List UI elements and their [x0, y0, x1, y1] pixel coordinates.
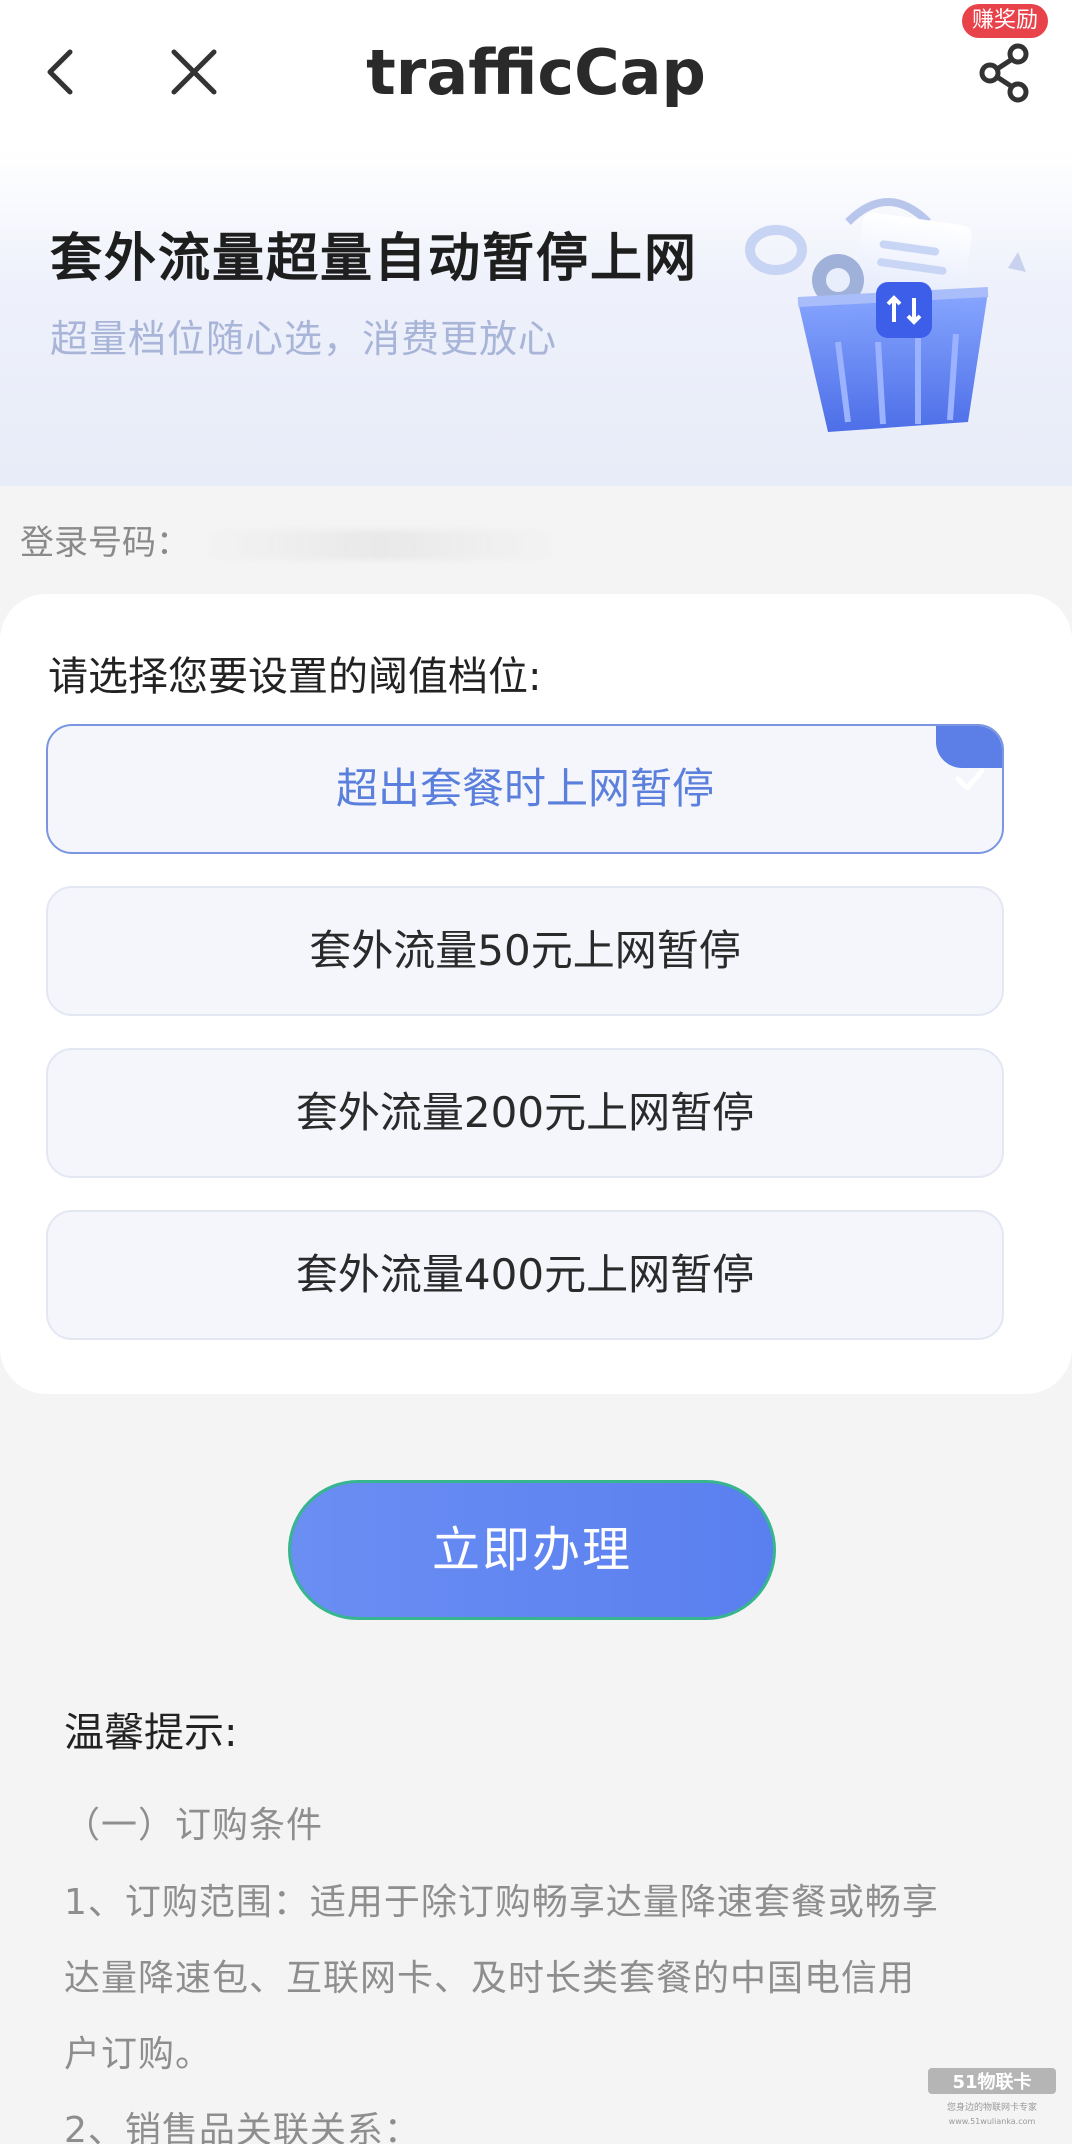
- banner-subline: 超量档位随心选，消费更放心: [50, 317, 558, 361]
- login-number-row: 登录号码：: [20, 515, 560, 564]
- top-nav: trafficCap 赚奖励: [0, 0, 1072, 150]
- option-label: 套外流量400元上网暂停: [295, 1250, 755, 1299]
- tips-line: 2、销售品关联关系：: [64, 2110, 421, 2144]
- promo-banner: 套外流量超量自动暂停上网 超量档位随心选，消费更放心: [0, 150, 1072, 486]
- svg-text:您身边的物联网卡专家: 您身边的物联网卡专家: [947, 2101, 1037, 2113]
- threshold-option-exceed-plan[interactable]: 超出套餐时上网暂停: [46, 724, 1004, 854]
- tips-line: 达量降速包、互联网卡、及时长类套餐的中国电信用: [64, 1958, 916, 1999]
- option-label: 套外流量200元上网暂停: [295, 1088, 755, 1137]
- option-label: 套外流量50元上网暂停: [309, 926, 741, 975]
- page: trafficCap 赚奖励 套外流量超量自动暂停上网 超量档位随心选，消费更放…: [0, 0, 1072, 2144]
- tips-line: 户订购。: [64, 2034, 213, 2075]
- share-button[interactable]: [975, 38, 1035, 108]
- selected-check-icon: [936, 726, 1002, 791]
- tips-line: 1、订购范围：适用于除订购畅享达量降速套餐或畅享: [64, 1882, 939, 1923]
- login-number-label: 登录号码：: [20, 523, 190, 563]
- threshold-option-50[interactable]: 套外流量50元上网暂停: [46, 886, 1004, 1016]
- option-label: 超出套餐时上网暂停: [335, 764, 714, 813]
- share-icon: [979, 43, 1029, 103]
- svg-text:51物联卡: 51物联卡: [952, 2071, 1031, 2093]
- tips-title: 温馨提示:: [64, 1710, 238, 1756]
- login-number-value-masked: [200, 529, 560, 560]
- threshold-option-400[interactable]: 套外流量400元上网暂停: [46, 1210, 1004, 1340]
- page-title: trafficCap: [366, 36, 706, 109]
- threshold-card: 请选择您要设置的阈值档位: 超出套餐时上网暂停 套外流量50元上网暂停 套外流量…: [0, 594, 1072, 1394]
- threshold-prompt: 请选择您要设置的阈值档位:: [48, 654, 542, 700]
- reward-badge[interactable]: 赚奖励: [962, 4, 1048, 38]
- threshold-option-200[interactable]: 套外流量200元上网暂停: [46, 1048, 1004, 1178]
- shopping-basket-illustration: [745, 198, 1026, 432]
- submit-button[interactable]: 立即办理: [288, 1480, 776, 1620]
- banner-headline: 套外流量超量自动暂停上网: [50, 229, 699, 289]
- tips-line: （一）订购条件: [64, 1805, 324, 1846]
- watermark-logo: 51物联卡 您身边的物联网卡专家 www.51wulianka.com: [928, 2068, 1056, 2126]
- svg-text:www.51wulianka.com: www.51wulianka.com: [949, 2117, 1036, 2126]
